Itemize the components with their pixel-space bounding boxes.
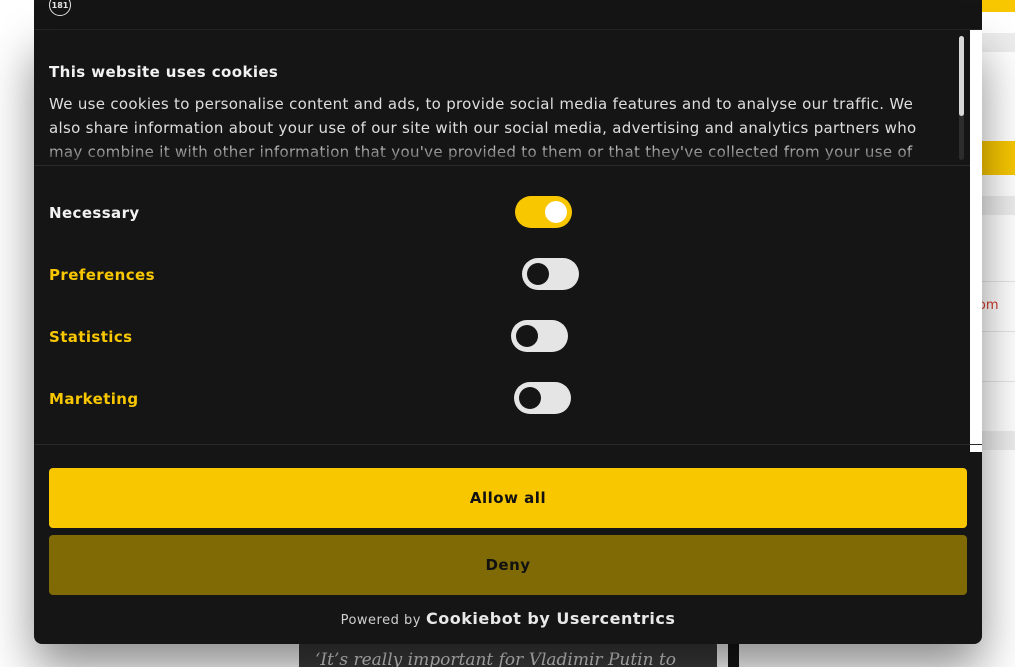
cookiebot-brand-link[interactable]: Cookiebot by Usercentrics (426, 609, 675, 628)
cookie-consent-dialog: This website uses cookies We use cookies… (34, 30, 982, 644)
background-quote: ‘It’s really important for Vladimir Puti… (315, 650, 677, 667)
toggle-knob (519, 387, 541, 409)
section-divider (34, 444, 982, 445)
consent-row-statistics: Statistics (49, 320, 949, 354)
scrollbar[interactable] (959, 36, 964, 160)
consent-row-necessary: Necessary (49, 196, 949, 230)
consent-row-preferences: Preferences (49, 258, 949, 292)
consent-text-region[interactable]: This website uses cookies We use cookies… (34, 30, 982, 166)
background-dark-bar (728, 640, 739, 667)
circle-logo-icon[interactable]: 181 (49, 0, 71, 16)
toggle-marketing[interactable] (514, 382, 571, 414)
consent-label-statistics: Statistics (49, 328, 133, 346)
toggle-knob (527, 263, 549, 285)
toggle-preferences[interactable] (522, 258, 579, 290)
toggle-necessary[interactable] (515, 196, 572, 228)
dialog-title: This website uses cookies (49, 63, 279, 81)
allow-all-button[interactable]: Allow all (49, 468, 967, 528)
consent-row-marketing: Marketing (49, 382, 949, 416)
powered-by-footer: Powered by Cookiebot by Usercentrics (34, 609, 982, 628)
site-header: 181 (34, 0, 982, 30)
consent-label-preferences: Preferences (49, 266, 155, 284)
text-fade-overlay (34, 143, 954, 165)
consent-label-necessary: Necessary (49, 204, 140, 222)
toggle-knob (545, 201, 567, 223)
toggle-statistics[interactable] (511, 320, 568, 352)
toggle-knob (516, 325, 538, 347)
scrollbar-thumb[interactable] (959, 36, 964, 116)
dialog-edge-strip (970, 30, 982, 452)
background-quote-card: ‘It’s really important for Vladimir Puti… (299, 640, 717, 667)
powered-by-label: Powered by (340, 613, 421, 628)
deny-button[interactable]: Deny (49, 535, 967, 595)
consent-label-marketing: Marketing (49, 390, 139, 408)
